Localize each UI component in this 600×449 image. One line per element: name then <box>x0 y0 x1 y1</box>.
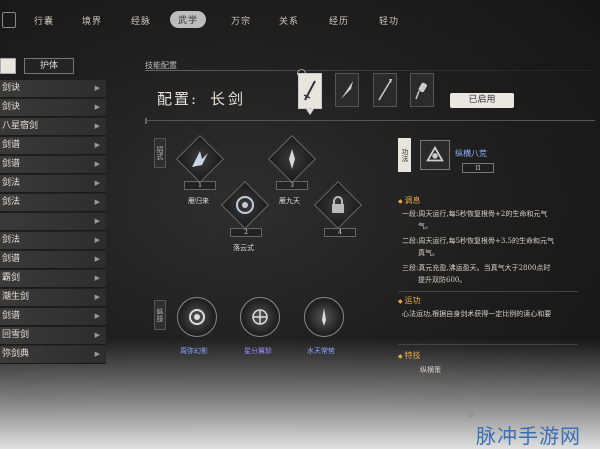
list-item[interactable]: 剑诀 ▶ <box>0 99 106 117</box>
list-item[interactable]: 八星宿剑 ▶ <box>0 118 106 136</box>
info-category-label: 功法 <box>398 138 411 172</box>
info-line: 二段:周天运行,每5秒恢复根骨+3.5的生命和元气 <box>402 237 555 245</box>
category-label-techniques: 纵技 <box>154 300 166 330</box>
divider <box>398 291 578 292</box>
list-item[interactable]: 剑谱 ▶ <box>0 251 106 269</box>
watermark: 脉冲手游网 <box>476 424 581 448</box>
list-item[interactable]: ▶ <box>0 213 106 231</box>
divider <box>145 120 595 124</box>
divider <box>398 344 578 345</box>
category-label-moves: 招式 <box>154 138 166 168</box>
sword-orb-icon <box>304 297 344 337</box>
chevron-right-icon: ▶ <box>94 274 100 282</box>
lock-icon <box>321 188 355 222</box>
skill-slot-number: 2 <box>230 228 262 237</box>
chevron-right-icon: ▶ <box>94 160 100 168</box>
menu-icon[interactable] <box>2 12 16 28</box>
tab-history[interactable]: 经历 <box>329 14 349 27</box>
info-line: 三段:真元充盈,沸运盈天。当真气大于2800点时 <box>402 264 551 272</box>
list-item[interactable]: 霸剑 ▶ <box>0 270 106 288</box>
selected-indicator-icon <box>306 109 314 115</box>
skill-slot-number: 1 <box>184 181 216 190</box>
star-orb-icon <box>240 297 280 337</box>
list-item[interactable]: 剑谱 ▶ <box>0 137 106 155</box>
chevron-right-icon: ▶ <box>94 217 100 225</box>
tab-sect[interactable]: 万宗 <box>231 14 251 27</box>
left-filter-button[interactable] <box>0 58 16 74</box>
list-item[interactable]: 剑诀 ▶ <box>0 80 106 98</box>
enabled-button[interactable]: 已启用 <box>450 93 514 108</box>
info-line: 提升双防600。 <box>418 276 467 284</box>
tab-inventory[interactable]: 行囊 <box>34 14 54 27</box>
spear-icon <box>378 79 392 101</box>
info-line: 一段:周天运行,每5秒恢复根骨+2的生命和元气 <box>402 210 548 218</box>
tab-relations[interactable]: 关系 <box>279 14 299 27</box>
list-item[interactable]: 潮生剑 ▶ <box>0 289 106 307</box>
chevron-right-icon: ▶ <box>94 122 100 130</box>
config-weapon: 长剑 <box>210 90 247 108</box>
blade-icon <box>275 142 309 176</box>
skill-list: 剑诀 ▶ 剑诀 ▶ 八星宿剑 ▶ 剑谱 ▶ 剑谱 ▶ 剑法 ▶ 剑法 ▶ ▶ 剑法 ▶ 剑谱 ▶ … <box>0 80 106 365</box>
skill-name: 周弥幻影 <box>180 347 208 355</box>
config-label: 配置: <box>157 90 199 108</box>
chevron-right-icon: ▶ <box>94 350 100 358</box>
skill-name: 落云式 <box>233 244 254 252</box>
info-line: 纵横策 <box>420 366 441 374</box>
list-item[interactable]: 回雪剑 ▶ <box>0 327 106 345</box>
weapon-slot-blade[interactable] <box>335 73 359 107</box>
list-item[interactable]: 剑法 ▶ <box>0 194 106 212</box>
gear-icon: ⚙ <box>468 410 476 419</box>
sword-icon <box>303 80 316 101</box>
list-item[interactable]: 剑谱 ▶ <box>0 308 106 326</box>
chevron-right-icon: ▶ <box>94 255 100 263</box>
section-heading: 调息 <box>398 195 421 206</box>
chevron-right-icon: ▶ <box>94 331 100 339</box>
slash-burst-icon <box>183 142 217 176</box>
skill-slot-number: 3 <box>276 181 308 190</box>
skill-slot-number: 4 <box>324 228 356 237</box>
tab-martial-arts[interactable]: 武学 <box>170 11 207 28</box>
chevron-right-icon: ▶ <box>94 84 100 92</box>
top-tab-bar: 行囊 境界 经脉 武学 万宗 关系 经历 轻功 <box>0 0 600 44</box>
chevron-right-icon: ▶ <box>94 293 100 301</box>
tab-realm[interactable]: 境界 <box>82 14 102 27</box>
weapon-slot-fist[interactable] <box>410 73 434 107</box>
chevron-right-icon: ▶ <box>94 179 100 187</box>
list-item[interactable]: 弥剑典 ▶ <box>0 346 106 364</box>
list-item[interactable]: 剑法 ▶ <box>0 232 106 250</box>
skill-name: 星分翼轸 <box>244 347 272 355</box>
info-rank: II <box>462 163 494 173</box>
weapon-slot-spear[interactable] <box>373 73 397 107</box>
chevron-right-icon: ▶ <box>94 198 100 206</box>
chevron-right-icon: ▶ <box>94 103 100 111</box>
info-line: 气。 <box>418 222 432 230</box>
protect-body-button[interactable]: 护体 <box>24 58 74 74</box>
gauntlet-icon <box>415 82 427 100</box>
eye-orb-icon <box>177 297 217 337</box>
weapon-slot-sword[interactable] <box>298 73 322 109</box>
list-item[interactable]: 剑法 ▶ <box>0 175 106 193</box>
info-title: 纵横八荒 <box>455 149 487 158</box>
section-heading: 特技 <box>398 350 421 361</box>
chevron-right-icon: ▶ <box>94 236 100 244</box>
vortex-icon <box>228 188 262 222</box>
skill-detail-icon <box>420 140 450 170</box>
skill-name: 雁归来 <box>188 197 209 205</box>
blade-weapon-icon <box>341 81 353 99</box>
tab-meridian[interactable]: 经脉 <box>131 14 151 27</box>
list-item[interactable]: 剑谱 ▶ <box>0 156 106 174</box>
chevron-right-icon: ▶ <box>94 312 100 320</box>
divider <box>145 70 595 71</box>
tab-qinggong[interactable]: 轻功 <box>379 14 399 27</box>
skill-name: 水天常势 <box>307 347 335 355</box>
chevron-right-icon: ▶ <box>94 141 100 149</box>
skill-name: 雁九天 <box>279 197 300 205</box>
info-line: 心法运功,根据自身剑术获得一定比例的读心和要 <box>402 310 552 318</box>
info-line: 真气。 <box>418 249 439 257</box>
section-heading: 运功 <box>398 295 421 306</box>
